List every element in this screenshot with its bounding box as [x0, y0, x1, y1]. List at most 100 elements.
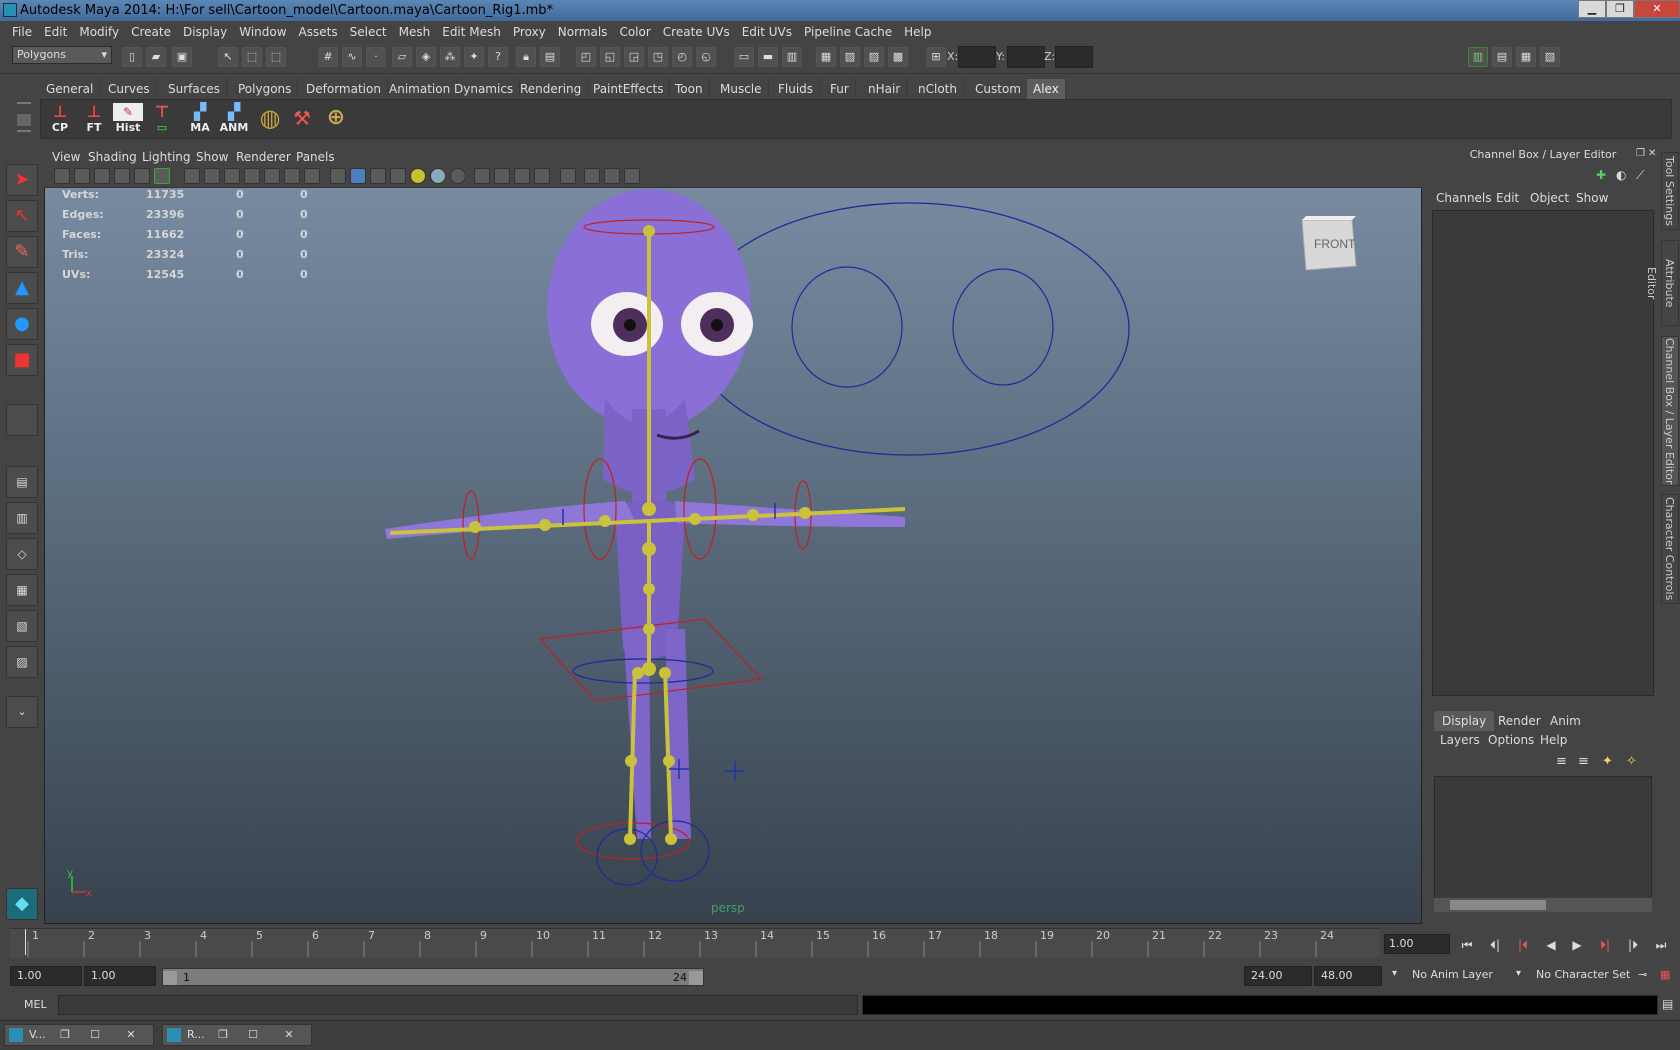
tab-channel-box[interactable]: Channel Box / Layer Editor [1661, 336, 1679, 486]
shelf-tab-custom[interactable]: Custom [969, 79, 1028, 99]
menu-file[interactable]: File [6, 25, 38, 39]
paint-select-tool-icon[interactable]: ✎ [6, 236, 38, 268]
2d-pan-zoom-icon[interactable] [134, 168, 150, 184]
minimize-button[interactable]: ▁ [1578, 0, 1606, 18]
snap-view-plane-icon[interactable]: ▱ [392, 47, 412, 67]
speed-icon[interactable]: ◐ [1616, 168, 1626, 182]
shelf-tab-toon[interactable]: Toon [669, 79, 710, 99]
layer-tab-render[interactable]: Render [1490, 711, 1549, 731]
numeric-input-icon[interactable]: ▬ [758, 47, 778, 67]
viewport-menu-shading[interactable]: Shading [88, 150, 137, 164]
go-to-start-icon[interactable]: ⏮ [1456, 935, 1478, 955]
layout-more-icon[interactable]: ⌄ [6, 696, 38, 728]
tab-tool-settings[interactable]: Tool Settings [1661, 152, 1679, 230]
attribute-editor-icon[interactable]: ▧ [840, 47, 860, 67]
viewport-menu-show[interactable]: Show [196, 150, 228, 164]
shelf-button-anm[interactable]: ▞ ANM [219, 103, 249, 137]
xray-joints-icon[interactable] [604, 168, 620, 184]
step-forward-frame-icon[interactable]: |⏵ [1622, 935, 1644, 955]
layout-persp-icon[interactable]: ◇ [6, 538, 38, 570]
menu-mesh[interactable]: Mesh [393, 25, 437, 39]
viewport-menu-panels[interactable]: Panels [296, 150, 335, 164]
layer-tab-anim[interactable]: Anim [1542, 711, 1589, 731]
step-forward-key-icon[interactable]: ⏵| [1594, 935, 1616, 955]
snap-point-icon[interactable]: · [366, 47, 386, 67]
rotate-tool-icon[interactable]: ● [6, 308, 38, 340]
minimized-window[interactable]: V... ❐ ☐ ✕ [4, 1024, 154, 1046]
script-editor-icon[interactable]: ▤ [1662, 997, 1673, 1011]
range-end-handle[interactable] [689, 971, 703, 985]
select-component-icon[interactable]: ⬚ [266, 47, 286, 67]
maximize-icon[interactable]: ☐ [87, 1027, 103, 1043]
minimized-window[interactable]: R... ❐ ☐ ✕ [162, 1024, 312, 1046]
ao-icon[interactable] [474, 168, 490, 184]
layout-four-icon[interactable]: ▥ [6, 502, 38, 534]
command-input[interactable] [58, 995, 858, 1015]
menu-window[interactable]: Window [233, 25, 292, 39]
motion-blur-icon[interactable] [494, 168, 510, 184]
last-tool-icon[interactable] [6, 404, 38, 436]
select-object-icon[interactable]: ⬚ [242, 47, 262, 67]
select-camera-icon[interactable] [54, 168, 70, 184]
isolate-select-icon[interactable] [560, 168, 576, 184]
close-panel-icon[interactable]: ✕ [1648, 148, 1656, 159]
scale-tool-icon[interactable]: ■ [6, 344, 38, 376]
transform-mode-icon[interactable]: ⊞ [926, 47, 946, 67]
channel-box-icon[interactable]: ▩ [888, 47, 908, 67]
menu-pipeline-cache[interactable]: Pipeline Cache [798, 25, 898, 39]
render-view-icon[interactable]: ◴ [672, 47, 692, 67]
layout-persp-graph-icon[interactable]: ▧ [6, 610, 38, 642]
character-set-field[interactable]: No Character Set [1536, 968, 1630, 981]
wireframe-icon[interactable] [330, 168, 346, 184]
manip-icon[interactable]: ✚ [1596, 168, 1606, 182]
save-scene-icon[interactable]: ▣ [172, 47, 192, 67]
tab-character-controls[interactable]: Character Controls [1661, 494, 1679, 604]
shelf-tab-rendering[interactable]: Rendering [514, 79, 589, 99]
layout-persp-outliner-icon[interactable]: ▦ [6, 574, 38, 606]
channel-menu-show[interactable]: Show [1576, 191, 1608, 205]
channel-menu-channels[interactable]: Channels [1436, 191, 1492, 205]
menu-normals[interactable]: Normals [552, 25, 614, 39]
image-plane-icon[interactable] [114, 168, 130, 184]
move-tool-icon[interactable]: ▲ [6, 272, 38, 304]
character-set-dropdown-icon[interactable]: ▾ [1516, 968, 1521, 979]
preferences-icon[interactable]: ▦ [1660, 968, 1670, 981]
menu-proxy[interactable]: Proxy [507, 25, 552, 39]
maximize-button[interactable]: ❐ [1606, 0, 1634, 18]
playback-start-field[interactable]: 1.00 [84, 966, 156, 986]
menu-assets[interactable]: Assets [293, 25, 344, 39]
menu-color[interactable]: Color [613, 25, 656, 39]
shelf-tab-surfaces[interactable]: Surfaces [162, 79, 227, 99]
shelf-button-globe[interactable]: ⊕ [321, 103, 351, 137]
select-tool-icon[interactable]: ➤ [6, 164, 38, 196]
grease-pencil-icon[interactable] [154, 168, 170, 184]
auto-key-icon[interactable]: ⊸ [1638, 968, 1647, 981]
anim-layer-field[interactable]: No Anim Layer [1412, 968, 1493, 981]
layer-menu-layers[interactable]: Layers [1440, 733, 1480, 747]
viewport-menu-lighting[interactable]: Lighting [142, 150, 191, 164]
toggle-tool-settings-icon[interactable]: ▦ [1516, 47, 1536, 67]
new-scene-icon[interactable]: ▯ [122, 47, 142, 67]
make-live-icon[interactable]: ◈ [416, 47, 436, 67]
menu-create[interactable]: Create [125, 25, 177, 39]
restore-icon[interactable]: ❐ [57, 1027, 73, 1043]
hyper-icon[interactable]: ⟋ [1636, 168, 1644, 183]
antialias-icon[interactable] [514, 168, 530, 184]
layout-single-icon[interactable]: ▤ [6, 466, 38, 498]
shelf-tab-alex[interactable]: Alex [1027, 79, 1066, 99]
xray-active-icon[interactable] [624, 168, 640, 184]
shelf-button-bones[interactable]: ⚒ [287, 103, 317, 137]
new-layer-icon[interactable]: ✦ [1602, 754, 1613, 769]
y-input[interactable] [1007, 46, 1045, 68]
viewport-menu-renderer[interactable]: Renderer [236, 150, 291, 164]
shadows-icon[interactable] [450, 168, 466, 184]
restore-icon[interactable]: ❐ [215, 1027, 231, 1043]
menu-help[interactable]: Help [898, 25, 937, 39]
shelf-tab-ncloth[interactable]: nCloth [912, 79, 964, 99]
lasso-tool-icon[interactable]: ↖ [6, 200, 38, 232]
shelf-tab-general[interactable]: General [40, 79, 101, 99]
select-by-name-icon[interactable]: ▤ [540, 47, 560, 67]
layer-menu-help[interactable]: Help [1540, 733, 1567, 747]
layer-scrollbar[interactable] [1434, 898, 1652, 912]
shelf-handle[interactable] [14, 100, 34, 138]
